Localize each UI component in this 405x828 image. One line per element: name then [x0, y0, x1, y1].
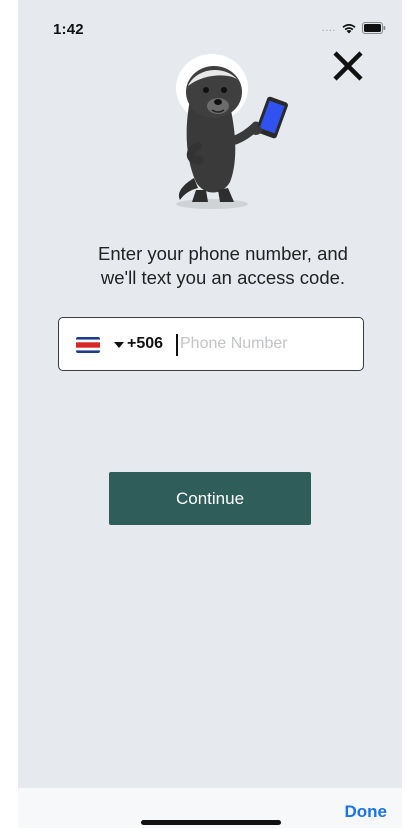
honey-badger-mascot-icon	[176, 54, 288, 209]
instruction-line-1: Enter your phone number, and	[98, 243, 348, 264]
country-dropdown-chevron-icon[interactable]	[114, 342, 124, 348]
country-code[interactable]: +506	[127, 335, 163, 353]
battery-icon	[362, 22, 386, 34]
status-time: 1:42	[53, 21, 84, 38]
signal-strength-icon: ....	[321, 22, 336, 34]
costa-rica-flag-icon[interactable]	[76, 337, 100, 353]
phone-number-field: +506	[58, 317, 364, 371]
done-button[interactable]: Done	[345, 802, 388, 822]
text-cursor	[176, 334, 178, 356]
login-screen: 1:42 .... Enter your phone number, and w…	[18, 0, 402, 828]
home-indicator[interactable]	[141, 820, 281, 825]
phone-number-input[interactable]	[180, 332, 350, 356]
status-icons: ....	[322, 20, 386, 36]
instruction-text: Enter your phone number, and we'll text …	[58, 242, 388, 290]
wifi-icon	[342, 24, 356, 34]
close-button[interactable]	[330, 48, 366, 84]
close-icon	[333, 51, 363, 81]
status-bar: 1:42 ....	[18, 0, 402, 44]
continue-button[interactable]: Continue	[109, 472, 311, 525]
instruction-line-2: we'll text you an access code.	[100, 267, 346, 288]
